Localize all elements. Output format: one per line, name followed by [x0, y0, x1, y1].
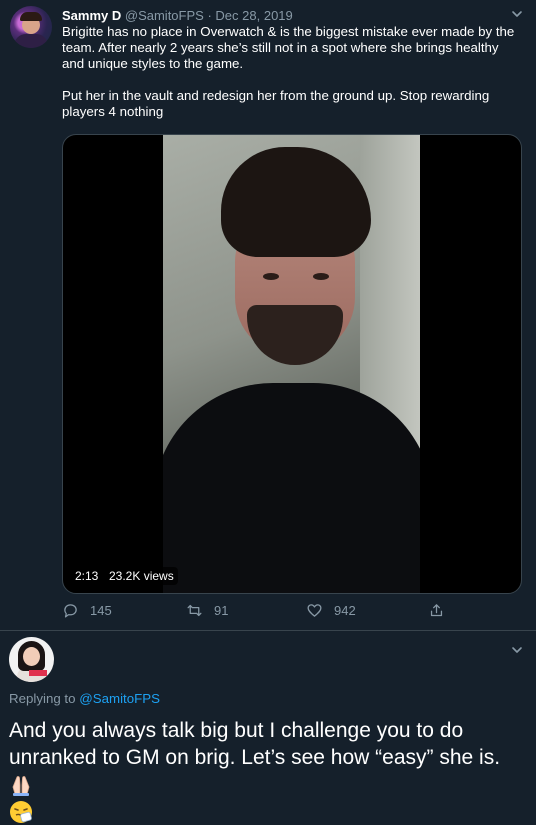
retweet-button[interactable]: 91 [186, 600, 228, 620]
retweet-icon [187, 604, 202, 616]
tweet-paragraph: Brigitte has no place in Overwatch & is … [62, 24, 515, 71]
replying-to-label: Replying to [9, 691, 76, 706]
video-player[interactable]: 2:13 23.2K views [62, 134, 522, 594]
author-handle[interactable]: @SamitoFPS [125, 8, 204, 23]
reply-author-avatar[interactable] [9, 637, 54, 682]
share-button[interactable] [428, 600, 456, 620]
chevron-down-icon[interactable] [510, 7, 524, 21]
reply-count: 145 [90, 602, 112, 618]
folded-hands-icon [9, 773, 33, 797]
like-count: 942 [334, 602, 356, 618]
tweet-paragraph: Put her in the vault and redesign her fr… [62, 88, 490, 119]
reply-text-block: And you always talk big but I challenge … [9, 717, 529, 825]
share-icon [430, 603, 443, 616]
tweet-text: Brigitte has no place in Overwatch & is … [62, 24, 522, 136]
reply-icon [64, 603, 77, 618]
reply-tweet[interactable]: Replying to @SamitoFPS And you always ta… [0, 631, 536, 824]
chevron-down-icon[interactable] [510, 643, 524, 657]
tweet-actions: 145 91 942 [62, 600, 462, 620]
separator-dot: · [207, 8, 212, 23]
author-avatar[interactable] [10, 6, 52, 48]
video-duration: 2:13 [71, 567, 103, 585]
heart-icon [307, 603, 322, 617]
tweet-header: Sammy D @SamitoFPS · Dec 28, 2019 [62, 8, 293, 24]
like-button[interactable]: 942 [306, 600, 356, 620]
reply-button[interactable]: 145 [62, 600, 112, 620]
replying-to: Replying to @SamitoFPS [9, 691, 160, 706]
tweet[interactable]: Sammy D @SamitoFPS · Dec 28, 2019 Brigit… [0, 0, 536, 631]
retweet-count: 91 [214, 602, 229, 618]
video-views: 23.2K views [105, 567, 178, 585]
reply-text: And you always talk big but I challenge … [9, 719, 501, 769]
sneezing-face-icon [9, 800, 33, 824]
video-frame [163, 135, 420, 593]
replying-to-handle[interactable]: @SamitoFPS [79, 691, 160, 706]
author-name[interactable]: Sammy D [62, 8, 121, 23]
tweet-date[interactable]: Dec 28, 2019 [215, 8, 292, 23]
